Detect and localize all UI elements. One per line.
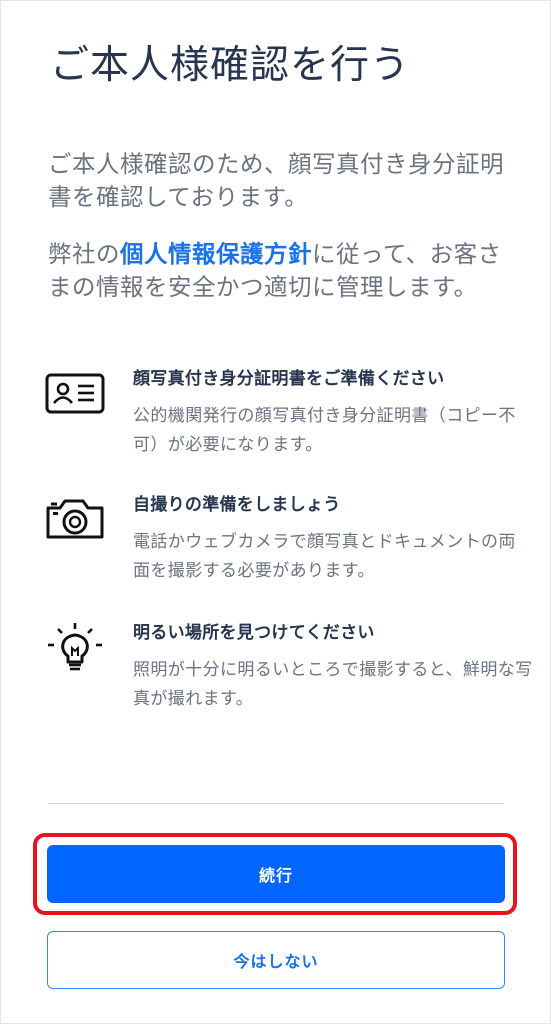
requirement-heading: 明るい場所を見つけてください (133, 623, 375, 643)
requirement-heading: 顔写真付き身分証明書をご準備ください (133, 369, 445, 389)
intro-text: ご本人様確認のため、顔写真付き身分証明書を確認しております。 (48, 150, 504, 211)
divider (48, 803, 504, 804)
requirement-description: 電話かウェブカメラで顔写真とドキュメントの両面を撮影する必要があります。 (133, 532, 516, 581)
requirement-description: 照明が十分に明るいところで撮影すると、鮮明な写真が撮れます。 (133, 660, 533, 709)
camera-icon (40, 492, 110, 546)
privacy-policy-link[interactable]: 個人情報保護方針 (120, 240, 312, 268)
not-now-button[interactable]: 今はしない (47, 931, 505, 989)
privacy-prefix: 弊社の (48, 240, 120, 268)
continue-button[interactable]: 続行 (47, 845, 505, 903)
requirement-description: 公的機関発行の顔写真付き身分証明書（コピー不可）が必要になります。 (133, 406, 516, 455)
requirement-heading: 自撮りの準備をしましょう (133, 495, 341, 515)
lightbulb-icon (40, 620, 110, 674)
page-title: ご本人様確認を行う (50, 43, 411, 88)
privacy-text: 弊社の個人情報保護方針に従って、お客さまの情報を安全かつ適切に管理します。 (48, 238, 518, 304)
id-card-icon (40, 366, 110, 420)
